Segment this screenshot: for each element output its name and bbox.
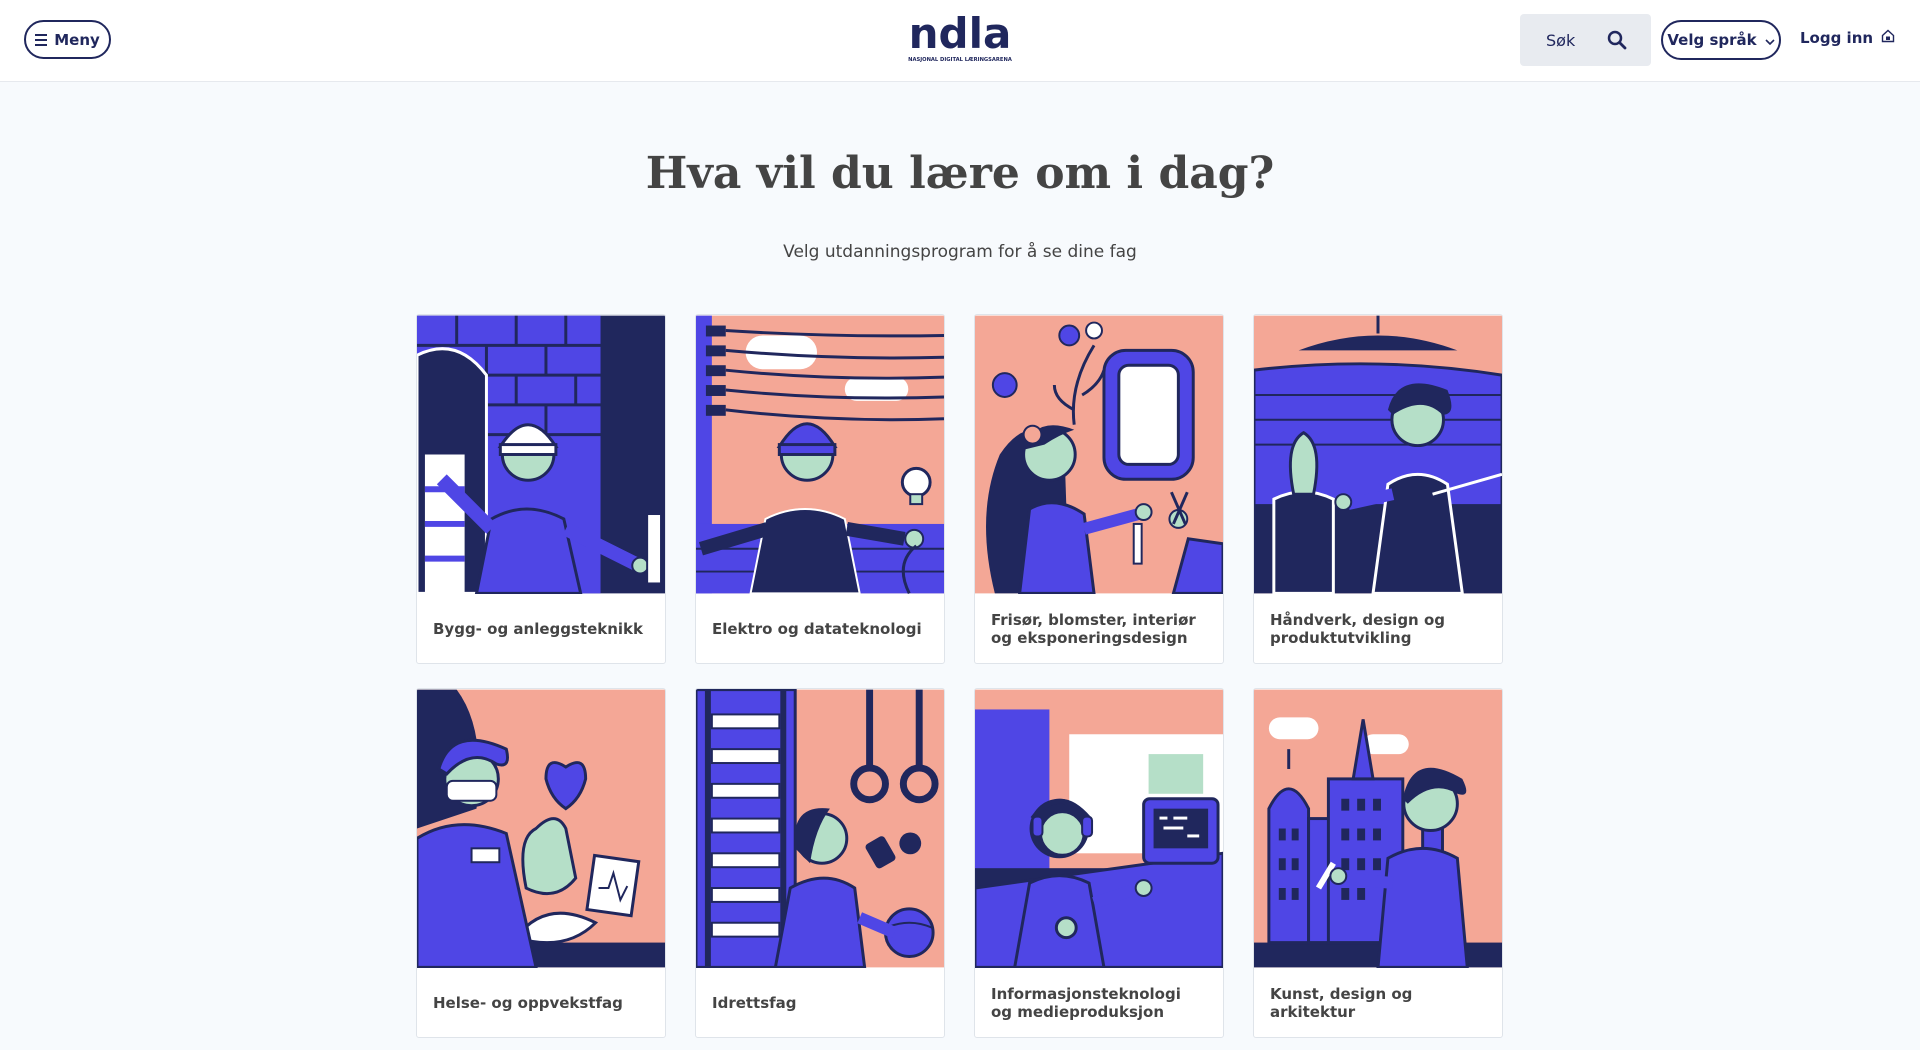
- program-card-helse-og-oppvekstfag[interactable]: Helse- og oppvekstfag: [416, 688, 666, 1038]
- house-lock-icon: [1881, 29, 1895, 47]
- program-grid: Bygg- og anleggsteknikk Elektro og datat…: [416, 314, 1505, 1038]
- program-card-handverk-design[interactable]: Håndverk, design og produktutvikling: [1253, 314, 1503, 664]
- svg-text:ndla: ndla: [909, 12, 1012, 58]
- login-link[interactable]: Logg inn: [1800, 29, 1895, 47]
- program-card-bygg-og-anleggsteknikk[interactable]: Bygg- og anleggsteknikk: [416, 314, 666, 664]
- search-icon: [1607, 30, 1627, 54]
- program-card-informasjonsteknologi[interactable]: Informasjonsteknologi og medieproduksjon: [974, 688, 1224, 1038]
- page-subtitle: Velg utdanningsprogram for å se dine fag: [783, 242, 1137, 262]
- program-card-idrettsfag[interactable]: Idrettsfag: [695, 688, 945, 1038]
- program-card-elektro-og-datateknologi[interactable]: Elektro og datateknologi: [695, 314, 945, 664]
- healthcare-worker-illustration: [417, 689, 665, 968]
- program-label: Bygg- og anleggsteknikk: [433, 619, 644, 638]
- program-label: Informasjonsteknologi og medieproduksjon: [991, 984, 1181, 1021]
- menu-button-label: Meny: [54, 30, 100, 49]
- search-button-label: Søk: [1546, 30, 1576, 50]
- login-label: Logg inn: [1800, 29, 1874, 47]
- menu-button[interactable]: Meny: [24, 20, 111, 59]
- program-label: Idrettsfag: [712, 993, 797, 1012]
- top-bar: Meny ndla NASJONAL DIGITAL LÆRINGSARENA …: [0, 0, 1920, 82]
- athlete-illustration: [696, 689, 944, 968]
- craftsperson-illustration: [1254, 315, 1502, 594]
- program-label: Helse- og oppvekstfag: [433, 993, 623, 1012]
- hamburger-icon: [35, 33, 48, 46]
- hairdresser-illustration: [975, 315, 1223, 594]
- art-architecture-illustration: [1254, 689, 1502, 968]
- program-card-kunst-design-arkitektur[interactable]: Kunst, design og arkitektur: [1253, 688, 1503, 1038]
- svg-text:NASJONAL DIGITAL LÆRINGSARENA: NASJONAL DIGITAL LÆRINGSARENA: [908, 57, 1012, 63]
- program-label: Frisør, blomster, interiør og eksponerin…: [991, 610, 1196, 647]
- construction-worker-illustration: [417, 315, 665, 594]
- program-label: Kunst, design og arkitektur: [1270, 984, 1413, 1021]
- program-label: Håndverk, design og produktutvikling: [1270, 610, 1445, 647]
- page-title: Hva vil du lære om i dag?: [645, 148, 1275, 199]
- program-label: Elektro og datateknologi: [712, 619, 922, 638]
- it-media-illustration: [975, 689, 1223, 968]
- chevron-down-icon: [1765, 31, 1775, 49]
- ndla-logo[interactable]: ndla NASJONAL DIGITAL LÆRINGSARENA: [898, 12, 1022, 64]
- language-selector[interactable]: Velg språk: [1661, 20, 1781, 60]
- program-card-frisor-blomster-interior[interactable]: Frisør, blomster, interiør og eksponerin…: [974, 314, 1224, 664]
- electrician-illustration: [696, 315, 944, 594]
- language-selector-label: Velg språk: [1667, 31, 1757, 49]
- search-button[interactable]: Søk: [1520, 14, 1651, 66]
